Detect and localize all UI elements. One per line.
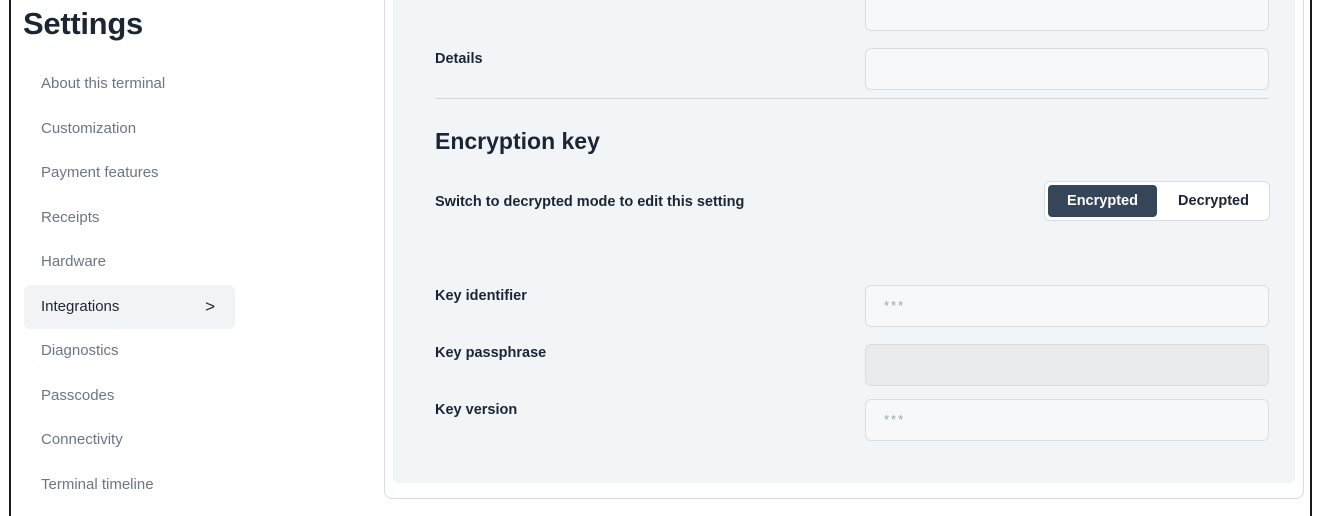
sidebar-item-label: Integrations <box>41 297 120 315</box>
chevron-right-icon: > <box>205 296 215 316</box>
key-passphrase-label: Key passphrase <box>435 345 547 361</box>
key-identifier-label: Key identifier <box>435 288 527 304</box>
sidebar-item-receipts[interactable]: Receipts <box>24 196 235 241</box>
previous-field-input[interactable] <box>865 0 1269 31</box>
sidebar-item-hardware[interactable]: Hardware <box>24 240 235 285</box>
settings-sidebar: About this terminal Customization Paymen… <box>24 62 235 507</box>
encryption-mode-toggle: Encrypted Decrypted <box>1044 181 1270 221</box>
sidebar-item-passcodes[interactable]: Passcodes <box>24 374 235 419</box>
section-divider <box>435 98 1269 99</box>
integration-settings-panel: Details Encryption key Switch to decrypt… <box>384 0 1304 499</box>
key-passphrase-input <box>865 344 1269 386</box>
key-version-input[interactable]: *** <box>865 399 1269 441</box>
details-label: Details <box>435 51 483 67</box>
key-identifier-input[interactable]: *** <box>865 285 1269 327</box>
sidebar-item-customization[interactable]: Customization <box>24 107 235 152</box>
details-input[interactable] <box>865 48 1269 90</box>
switch-mode-hint: Switch to decrypted mode to edit this se… <box>435 194 745 210</box>
encrypted-option[interactable]: Encrypted <box>1048 185 1157 217</box>
page-title: Settings <box>23 6 143 41</box>
sidebar-item-payment-features[interactable]: Payment features <box>24 151 235 196</box>
sidebar-item-terminal-timeline[interactable]: Terminal timeline <box>24 463 235 508</box>
sidebar-item-connectivity[interactable]: Connectivity <box>24 418 235 463</box>
encryption-key-heading: Encryption key <box>435 128 600 154</box>
sidebar-item-diagnostics[interactable]: Diagnostics <box>24 329 235 374</box>
sidebar-item-integrations[interactable]: Integrations > <box>24 284 235 329</box>
decrypted-option[interactable]: Decrypted <box>1161 185 1266 217</box>
key-version-label: Key version <box>435 402 518 418</box>
sidebar-item-about-this-terminal[interactable]: About this terminal <box>24 62 235 107</box>
panel-content: Details Encryption key Switch to decrypt… <box>393 0 1295 483</box>
